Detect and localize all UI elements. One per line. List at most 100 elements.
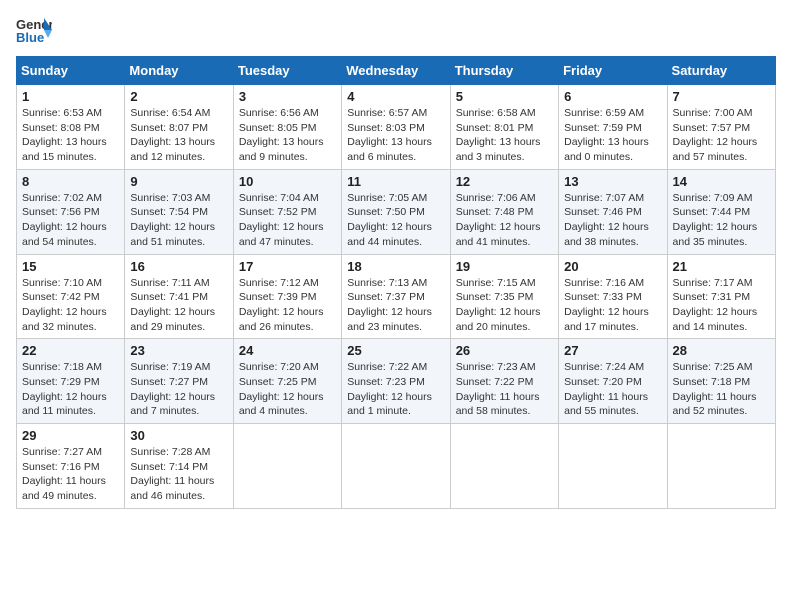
day-info: Sunrise: 7:06 AM Sunset: 7:48 PM Dayligh…	[456, 191, 553, 250]
day-info: Sunrise: 7:25 AM Sunset: 7:18 PM Dayligh…	[673, 360, 770, 419]
calendar-cell	[559, 424, 667, 509]
calendar-cell: 12 Sunrise: 7:06 AM Sunset: 7:48 PM Dayli…	[450, 169, 558, 254]
weekday-header: Thursday	[450, 57, 558, 85]
day-info: Sunrise: 7:22 AM Sunset: 7:23 PM Dayligh…	[347, 360, 444, 419]
calendar-cell: 23 Sunrise: 7:19 AM Sunset: 7:27 PM Dayli…	[125, 339, 233, 424]
day-info: Sunrise: 7:18 AM Sunset: 7:29 PM Dayligh…	[22, 360, 119, 419]
day-number: 26	[456, 343, 553, 358]
calendar-cell: 8 Sunrise: 7:02 AM Sunset: 7:56 PM Daylig…	[17, 169, 125, 254]
calendar-week-row: 8 Sunrise: 7:02 AM Sunset: 7:56 PM Daylig…	[17, 169, 776, 254]
day-info: Sunrise: 7:10 AM Sunset: 7:42 PM Dayligh…	[22, 276, 119, 335]
svg-text:Blue: Blue	[16, 30, 44, 44]
calendar-cell: 7 Sunrise: 7:00 AM Sunset: 7:57 PM Daylig…	[667, 85, 775, 170]
day-number: 28	[673, 343, 770, 358]
day-info: Sunrise: 7:15 AM Sunset: 7:35 PM Dayligh…	[456, 276, 553, 335]
calendar-cell: 28 Sunrise: 7:25 AM Sunset: 7:18 PM Dayli…	[667, 339, 775, 424]
day-info: Sunrise: 7:19 AM Sunset: 7:27 PM Dayligh…	[130, 360, 227, 419]
weekday-header: Wednesday	[342, 57, 450, 85]
day-number: 9	[130, 174, 227, 189]
day-info: Sunrise: 7:17 AM Sunset: 7:31 PM Dayligh…	[673, 276, 770, 335]
calendar-cell: 14Sunrise: 7:09 AM Sunset: 7:44 PM Dayli…	[667, 169, 775, 254]
calendar-cell: 5 Sunrise: 6:58 AM Sunset: 8:01 PM Daylig…	[450, 85, 558, 170]
day-info: Sunrise: 7:02 AM Sunset: 7:56 PM Dayligh…	[22, 191, 119, 250]
calendar-cell: 4 Sunrise: 6:57 AM Sunset: 8:03 PM Daylig…	[342, 85, 450, 170]
day-info: Sunrise: 7:04 AM Sunset: 7:52 PM Dayligh…	[239, 191, 336, 250]
calendar-header: SundayMondayTuesdayWednesdayThursdayFrid…	[17, 57, 776, 85]
day-number: 7	[673, 89, 770, 104]
calendar-cell: 13Sunrise: 7:07 AM Sunset: 7:46 PM Dayli…	[559, 169, 667, 254]
calendar-cell	[233, 424, 341, 509]
day-info: Sunrise: 7:12 AM Sunset: 7:39 PM Dayligh…	[239, 276, 336, 335]
calendar-cell: 29 Sunrise: 7:27 AM Sunset: 7:16 PM Dayli…	[17, 424, 125, 509]
calendar-cell	[342, 424, 450, 509]
weekday-header: Saturday	[667, 57, 775, 85]
day-number: 8	[22, 174, 119, 189]
day-number: 5	[456, 89, 553, 104]
day-info: Sunrise: 6:57 AM Sunset: 8:03 PM Dayligh…	[347, 106, 444, 165]
day-number: 20	[564, 259, 661, 274]
weekday-header: Friday	[559, 57, 667, 85]
weekday-header: Sunday	[17, 57, 125, 85]
day-info: Sunrise: 7:24 AM Sunset: 7:20 PM Dayligh…	[564, 360, 661, 419]
day-number: 18	[347, 259, 444, 274]
day-info: Sunrise: 7:20 AM Sunset: 7:25 PM Dayligh…	[239, 360, 336, 419]
calendar-cell: 30 Sunrise: 7:28 AM Sunset: 7:14 PM Dayli…	[125, 424, 233, 509]
calendar-cell: 22 Sunrise: 7:18 AM Sunset: 7:29 PM Dayli…	[17, 339, 125, 424]
calendar-week-row: 29 Sunrise: 7:27 AM Sunset: 7:16 PM Dayli…	[17, 424, 776, 509]
calendar-table: SundayMondayTuesdayWednesdayThursdayFrid…	[16, 56, 776, 509]
logo-icon: General Blue	[16, 16, 52, 44]
day-info: Sunrise: 6:54 AM Sunset: 8:07 PM Dayligh…	[130, 106, 227, 165]
logo: General Blue	[16, 16, 52, 44]
day-number: 25	[347, 343, 444, 358]
calendar-cell: 16Sunrise: 7:11 AM Sunset: 7:41 PM Dayli…	[125, 254, 233, 339]
calendar-week-row: 15 Sunrise: 7:10 AM Sunset: 7:42 PM Dayli…	[17, 254, 776, 339]
calendar-cell: 18 Sunrise: 7:13 AM Sunset: 7:37 PM Dayli…	[342, 254, 450, 339]
day-info: Sunrise: 7:16 AM Sunset: 7:33 PM Dayligh…	[564, 276, 661, 335]
calendar-cell	[450, 424, 558, 509]
day-info: Sunrise: 7:00 AM Sunset: 7:57 PM Dayligh…	[673, 106, 770, 165]
day-info: Sunrise: 7:23 AM Sunset: 7:22 PM Dayligh…	[456, 360, 553, 419]
day-number: 21	[673, 259, 770, 274]
day-info: Sunrise: 6:53 AM Sunset: 8:08 PM Dayligh…	[22, 106, 119, 165]
calendar-cell: 2Sunrise: 6:54 AM Sunset: 8:07 PM Daylig…	[125, 85, 233, 170]
day-number: 4	[347, 89, 444, 104]
day-number: 23	[130, 343, 227, 358]
calendar-cell: 6 Sunrise: 6:59 AM Sunset: 7:59 PM Daylig…	[559, 85, 667, 170]
day-info: Sunrise: 7:28 AM Sunset: 7:14 PM Dayligh…	[130, 445, 227, 504]
calendar-cell: 27 Sunrise: 7:24 AM Sunset: 7:20 PM Dayli…	[559, 339, 667, 424]
calendar-cell: 24 Sunrise: 7:20 AM Sunset: 7:25 PM Dayli…	[233, 339, 341, 424]
day-number: 29	[22, 428, 119, 443]
calendar-cell: 20 Sunrise: 7:16 AM Sunset: 7:33 PM Dayli…	[559, 254, 667, 339]
day-info: Sunrise: 7:27 AM Sunset: 7:16 PM Dayligh…	[22, 445, 119, 504]
day-number: 24	[239, 343, 336, 358]
calendar-cell: 15 Sunrise: 7:10 AM Sunset: 7:42 PM Dayli…	[17, 254, 125, 339]
day-info: Sunrise: 6:58 AM Sunset: 8:01 PM Dayligh…	[456, 106, 553, 165]
day-number: 15	[22, 259, 119, 274]
calendar-cell	[667, 424, 775, 509]
day-number: 30	[130, 428, 227, 443]
day-number: 19	[456, 259, 553, 274]
weekday-header: Tuesday	[233, 57, 341, 85]
day-number: 13	[564, 174, 661, 189]
day-info: Sunrise: 6:59 AM Sunset: 7:59 PM Dayligh…	[564, 106, 661, 165]
calendar-week-row: 1 Sunrise: 6:53 AM Sunset: 8:08 PM Daylig…	[17, 85, 776, 170]
day-info: Sunrise: 7:13 AM Sunset: 7:37 PM Dayligh…	[347, 276, 444, 335]
calendar-cell: 9 Sunrise: 7:03 AM Sunset: 7:54 PM Daylig…	[125, 169, 233, 254]
calendar-cell: 17Sunrise: 7:12 AM Sunset: 7:39 PM Dayli…	[233, 254, 341, 339]
day-info: Sunrise: 6:56 AM Sunset: 8:05 PM Dayligh…	[239, 106, 336, 165]
day-number: 27	[564, 343, 661, 358]
day-number: 11	[347, 174, 444, 189]
day-number: 22	[22, 343, 119, 358]
day-info: Sunrise: 7:05 AM Sunset: 7:50 PM Dayligh…	[347, 191, 444, 250]
day-number: 1	[22, 89, 119, 104]
calendar-cell: 25 Sunrise: 7:22 AM Sunset: 7:23 PM Dayli…	[342, 339, 450, 424]
calendar-cell: 1 Sunrise: 6:53 AM Sunset: 8:08 PM Daylig…	[17, 85, 125, 170]
calendar-body: 1 Sunrise: 6:53 AM Sunset: 8:08 PM Daylig…	[17, 85, 776, 509]
calendar-cell: 3 Sunrise: 6:56 AM Sunset: 8:05 PM Daylig…	[233, 85, 341, 170]
day-info: Sunrise: 7:03 AM Sunset: 7:54 PM Dayligh…	[130, 191, 227, 250]
day-number: 6	[564, 89, 661, 104]
day-number: 3	[239, 89, 336, 104]
day-number: 14	[673, 174, 770, 189]
calendar-cell: 21 Sunrise: 7:17 AM Sunset: 7:31 PM Dayli…	[667, 254, 775, 339]
day-number: 12	[456, 174, 553, 189]
